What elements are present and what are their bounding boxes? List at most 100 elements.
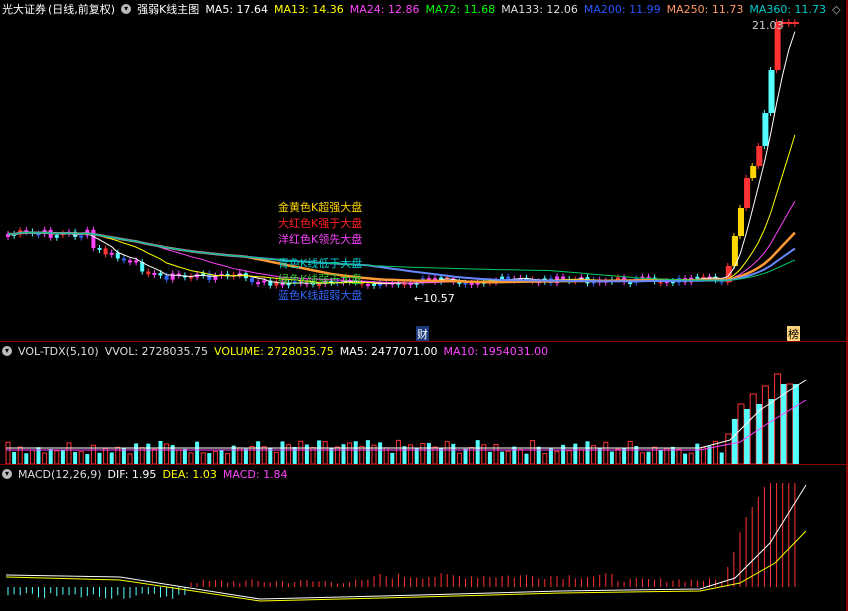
volume-bar (530, 440, 536, 464)
volume-bar (615, 448, 621, 464)
volume-bar (731, 419, 738, 464)
volume-bar (487, 451, 492, 464)
volume-bar (548, 448, 553, 464)
vol-indicator-name[interactable]: VOL-TDX(5,10) (18, 345, 99, 358)
volume-bar (512, 446, 517, 464)
volume-bar (566, 450, 572, 464)
volume-header: ▾ VOL-TDX(5,10) VVOL: 2728035.75 VOLUME:… (2, 342, 848, 360)
candle-body (170, 273, 175, 280)
volume-bar (243, 448, 248, 464)
finance-event-tag[interactable]: 财 (416, 326, 429, 342)
volume-bar (341, 444, 346, 464)
candle-body (762, 113, 769, 146)
volume-bar (627, 440, 633, 464)
volume-bar (219, 449, 224, 464)
candle-body (768, 70, 775, 113)
volume-bar (60, 449, 65, 464)
legend-blue: 蓝色K线超弱大盘 (278, 289, 363, 302)
volume-bar (664, 447, 670, 464)
macd-header: ▾ MACD(12,26,9) DIF: 1.95 DEA: 1.03 MACD… (2, 465, 848, 483)
ma13-line (7, 134, 796, 284)
volume-bar (573, 443, 578, 464)
volume-bar (176, 449, 182, 464)
rank-event-tag[interactable]: 榜 (787, 326, 800, 342)
volume-bar (603, 441, 609, 464)
macd-indicator-name[interactable]: MACD(12,26,9) (18, 468, 102, 481)
volume-bar (768, 399, 775, 464)
volume-bar (500, 451, 505, 464)
legend-cyan: 青色K线低于大盘 (278, 257, 363, 270)
candle-body (250, 278, 254, 283)
volume-bar (737, 403, 745, 464)
vol-ma10-line (6, 399, 807, 451)
volume-bar (212, 450, 218, 464)
volume-bar (249, 445, 255, 464)
macd-value: MACD: 1.84 (222, 467, 288, 481)
ma5-line (7, 31, 796, 285)
candle-body (121, 258, 126, 261)
indicator-dropdown-icon[interactable]: ▾ (121, 4, 132, 14)
volume-bar (451, 443, 456, 464)
vol-ma5-line (6, 379, 807, 449)
volume-bar (639, 452, 645, 464)
volume-bar (48, 449, 53, 464)
volume-bar (683, 453, 688, 464)
macd-dropdown-icon[interactable]: ▾ (2, 469, 12, 479)
candle-body (109, 252, 114, 255)
volume-bar (256, 441, 261, 464)
volume-bar (493, 444, 499, 464)
volume-bar (707, 446, 712, 464)
vol-ma10-value: MA10: 1954031.00 (443, 344, 549, 358)
candle-body (561, 276, 566, 280)
ma13-value: MA13: 14.36 (274, 2, 344, 16)
dea-line (5, 530, 807, 602)
volume-bar (524, 453, 529, 464)
candle-body (262, 280, 267, 283)
volume-bar (54, 450, 60, 464)
ma24-value: MA24: 12.86 (349, 2, 420, 16)
macd-chart[interactable] (0, 483, 848, 611)
volume-bar (195, 441, 200, 464)
diamond-icon[interactable]: ◇ (832, 3, 840, 16)
volume-bar (359, 445, 365, 464)
volume-bar (24, 453, 29, 464)
volume-bar (542, 453, 548, 464)
candle-body (134, 260, 139, 263)
volume-bar (5, 441, 11, 464)
volume-bar (127, 453, 133, 464)
candle-body (115, 252, 120, 259)
period-label[interactable]: (日线,前复权) (48, 1, 115, 17)
candle-body (128, 260, 132, 263)
volume-bar (505, 450, 511, 464)
volume-bar (634, 446, 639, 464)
legend-magenta: 洋红色K领先大盘 (278, 233, 363, 246)
volume-bar (207, 453, 212, 464)
volume-bar (456, 452, 462, 464)
volume-bar (42, 452, 48, 464)
ma250-value: MA250: 11.73 (666, 2, 744, 16)
stock-name[interactable]: 光大证券 (2, 1, 46, 17)
candle-body (756, 146, 763, 166)
volume-bar (78, 451, 84, 464)
volume-bar (609, 451, 614, 464)
legend-green: 绿色K线弱于大盘 (278, 273, 363, 286)
volume-bar (298, 440, 304, 464)
indicator-name[interactable]: 强弱K线主图 (137, 1, 199, 17)
candle-body (164, 275, 169, 280)
volume-bar (317, 440, 322, 464)
volume-bar (578, 449, 584, 464)
volume-bar (280, 441, 285, 464)
volume-bar (225, 453, 231, 464)
volume-bar (200, 452, 206, 464)
volume-bar (188, 452, 194, 464)
volume-bar (329, 448, 334, 464)
volume-bar (261, 446, 267, 464)
volume-chart[interactable] (0, 360, 848, 464)
volume-bar (426, 443, 431, 464)
volume-bar (786, 383, 794, 464)
volume-bar (365, 440, 370, 464)
main-chart-header: 光大证券 (日线,前复权) ▾ 强弱K线主图 MA5: 17.64 MA13: … (2, 0, 848, 18)
vol-dropdown-icon[interactable]: ▾ (2, 346, 12, 356)
strength-legend: 金黄色K超强大盘 大红色K强于大盘 洋红色K领先大盘 青色K线低于大盘 绿色K线… (278, 200, 362, 304)
volume-bar (463, 448, 468, 464)
